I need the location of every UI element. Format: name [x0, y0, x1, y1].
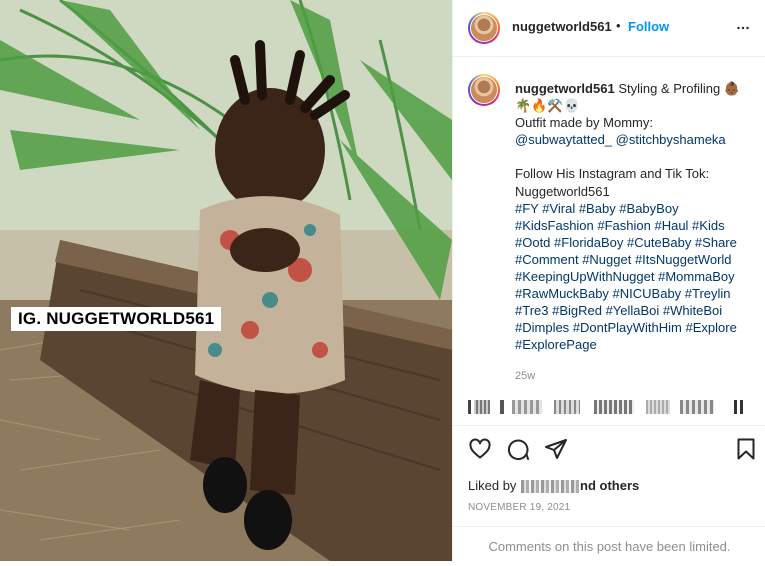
actions-divider	[453, 425, 765, 427]
caption-line: 🌴🔥⚒️💀	[515, 98, 580, 114]
more-options-icon[interactable]	[734, 19, 752, 37]
header-separator: •	[616, 18, 621, 33]
caption-line: Styling & Profiling 👶🏾	[618, 81, 740, 96]
post-sidebar: nuggetworld561 • Follow nuggetworld561 S…	[452, 0, 765, 561]
hashtag-line[interactable]: #Ootd #FloridaBoy #CuteBaby #Share	[515, 235, 737, 250]
caption-line: Follow His Instagram and Tik Tok:	[515, 166, 710, 182]
author-username[interactable]: nuggetworld561	[512, 19, 612, 34]
hashtag-line[interactable]: #FY #Viral #Baby #BabyBoy	[515, 201, 679, 216]
comment-icon[interactable]	[506, 437, 530, 461]
caption-avatar[interactable]	[468, 74, 500, 106]
liked-by-others[interactable]: nd others	[580, 478, 639, 493]
caption-username[interactable]: nuggetworld561	[515, 81, 615, 96]
heart-icon[interactable]	[468, 437, 492, 461]
instagram-post: IG. NUGGETWORLD561 nuggetworld561 • Foll…	[0, 0, 765, 561]
post-header: nuggetworld561 • Follow	[453, 0, 765, 57]
liked-by-prefix: Liked by	[468, 478, 517, 493]
hashtag-line[interactable]: #Tre3 #BigRed #YellaBoi #WhiteBoi	[515, 303, 722, 318]
follow-button[interactable]: Follow	[628, 19, 669, 34]
post-photo[interactable]: IG. NUGGETWORLD561	[0, 0, 452, 561]
hashtag-line[interactable]: #Comment #Nugget #ItsNuggetWorld	[515, 252, 732, 267]
bookmark-icon[interactable]	[734, 437, 758, 461]
author-avatar[interactable]	[468, 12, 500, 44]
comments-limited-note: Comments on this post have been limited.	[453, 526, 765, 562]
hashtag-line[interactable]: #KidsFashion #Fashion #Haul #Kids	[515, 218, 725, 233]
hashtag-line[interactable]: #KeepingUpWithNugget #MommaBoy	[515, 269, 735, 284]
hashtag-line[interactable]: #Dimples #DontPlayWithHim #Explore	[515, 320, 737, 335]
reaction-blur-strip	[468, 400, 751, 414]
hashtag-line[interactable]: #RawMuckBaby #NICUBaby #Treylin	[515, 286, 731, 301]
photo-watermark: IG. NUGGETWORLD561	[11, 307, 222, 331]
post-date: NOVEMBER 19, 2021	[468, 502, 571, 513]
caption-mentions[interactable]: @subwaytatted_ @stitchbyshameka	[515, 132, 726, 147]
photo-illustration	[0, 0, 452, 561]
liked-by-user-blurred[interactable]	[521, 480, 580, 494]
caption-line: Nuggetworld561	[515, 183, 610, 199]
caption-text: nuggetworld561 Styling & Profiling 👶🏾 🌴🔥…	[515, 80, 755, 354]
caption-timestamp: 25w	[515, 370, 536, 382]
liked-by: Liked by nd others	[468, 478, 639, 494]
caption-block: nuggetworld561 Styling & Profiling 👶🏾 🌴🔥…	[468, 74, 758, 374]
caption-line: Outfit made by Mommy:	[515, 115, 653, 131]
hashtag-line[interactable]: #ExplorePage	[515, 337, 597, 352]
share-icon[interactable]	[544, 437, 568, 461]
